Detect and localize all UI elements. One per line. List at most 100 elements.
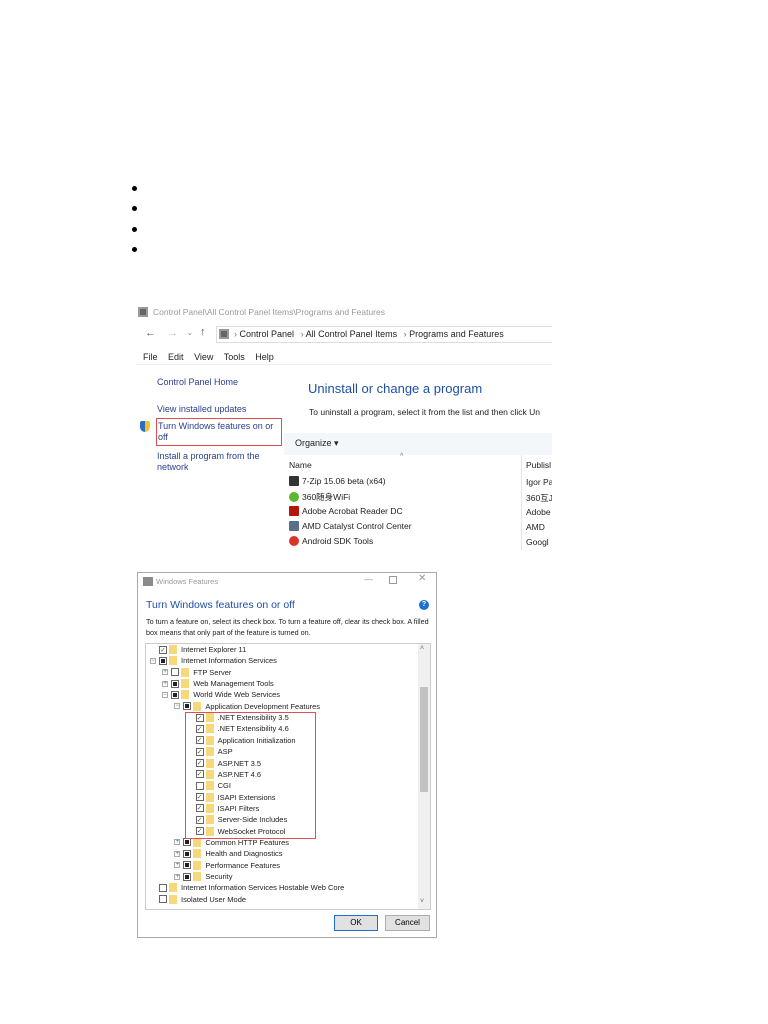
folder-icon [169, 645, 177, 654]
feature-label: Security [205, 872, 233, 881]
amd-icon [289, 521, 299, 531]
program-publisher: Googl [526, 537, 549, 547]
feature-item[interactable]: − World Wide Web Services [162, 689, 280, 700]
program-publisher: Adobe [526, 507, 551, 517]
feature-label: Internet Explorer 11 [181, 645, 247, 654]
feature-checkbox[interactable] [183, 838, 192, 847]
menu-edit[interactable]: Edit [168, 352, 184, 362]
feature-item[interactable]: Internet Information Services Hostable W… [150, 882, 344, 893]
expand-icon[interactable]: + [162, 680, 169, 687]
menu-help[interactable]: Help [255, 352, 274, 362]
program-name: 360随身WiFi [302, 492, 351, 502]
collapse-icon[interactable]: − [174, 703, 181, 710]
expand-icon[interactable]: + [174, 839, 181, 846]
feature-label: Web Management Tools [193, 679, 274, 689]
program-row[interactable]: Android SDK Tools [289, 536, 373, 546]
bullet [132, 247, 137, 252]
program-name: Adobe Acrobat Reader DC [302, 506, 403, 516]
cancel-button[interactable]: Cancel [385, 915, 430, 931]
feature-label: Isolated User Mode [181, 894, 247, 904]
back-icon[interactable]: ← [145, 327, 156, 339]
ok-button[interactable]: OK [334, 915, 378, 931]
close-button[interactable]: ✕ [418, 573, 426, 584]
dialog-title: Windows Features [156, 577, 219, 586]
feature-checkbox[interactable] [183, 702, 192, 711]
bullet [132, 206, 137, 211]
program-row[interactable]: 360随身WiFi [289, 491, 350, 503]
feature-item[interactable]: + Security [174, 871, 232, 882]
feature-item[interactable]: Isolated User Mode [150, 894, 246, 905]
menu-tools[interactable]: Tools [224, 352, 245, 362]
organize-button[interactable]: Organize ▾ [295, 438, 339, 449]
column-divider [521, 455, 522, 550]
feature-item[interactable]: + Health and Diagnostics [174, 848, 283, 859]
feature-item[interactable]: + Web Management Tools [162, 678, 274, 689]
view-installed-updates-link[interactable]: View installed updates [157, 404, 246, 414]
folder-icon [181, 690, 190, 700]
address-folder-icon [219, 329, 229, 339]
turn-windows-features-link[interactable]: Turn Windows features on or off [156, 418, 282, 446]
folder-icon [169, 883, 177, 893]
scroll-down-icon[interactable]: ˅ [420, 898, 424, 905]
feature-checkbox[interactable] [171, 668, 180, 677]
forward-icon[interactable]: → [167, 327, 178, 339]
feature-checkbox[interactable] [171, 690, 180, 699]
scroll-up-icon[interactable]: ˄ [420, 645, 424, 652]
feature-checkbox[interactable] [159, 895, 167, 904]
expand-icon[interactable]: + [174, 873, 181, 880]
expand-icon[interactable]: + [174, 850, 181, 857]
feature-item[interactable]: − Internet Information Services [150, 655, 277, 666]
feature-item[interactable]: − Application Development Features [174, 701, 320, 712]
breadcrumb-programs[interactable]: Programs and Features [409, 329, 504, 339]
install-from-network-link[interactable]: Install a program from the network [157, 451, 272, 473]
expand-icon[interactable]: + [162, 669, 169, 676]
bullet [132, 186, 137, 191]
up-icon[interactable]: ↑ [200, 326, 206, 338]
bullet [132, 227, 137, 232]
feature-checkbox[interactable] [159, 883, 167, 892]
feature-checkbox[interactable] [171, 679, 180, 688]
breadcrumb-all-items[interactable]: All Control Panel Items [306, 329, 398, 339]
expand-icon[interactable]: + [174, 862, 181, 869]
collapse-icon[interactable]: − [150, 657, 156, 664]
folder-icon [193, 701, 202, 711]
folder-icon [193, 860, 202, 870]
feature-item[interactable]: + FTP Server [162, 667, 231, 678]
recent-dropdown-icon[interactable]: ⌄ [187, 329, 193, 337]
program-row[interactable]: Adobe Acrobat Reader DC [289, 506, 403, 516]
dropdown-arrow-icon: ▾ [334, 438, 339, 448]
program-name: AMD Catalyst Control Center [302, 521, 412, 531]
scrollbar-thumb[interactable] [420, 687, 428, 792]
dialog-heading: Turn Windows features on or off [146, 599, 295, 611]
feature-checkbox[interactable] [159, 656, 167, 665]
folder-icon [193, 872, 202, 881]
feature-checkbox[interactable] [183, 872, 192, 881]
control-panel-home-link[interactable]: Control Panel Home [157, 377, 238, 387]
program-row[interactable]: 7-Zip 15.06 beta (x64) [289, 476, 386, 486]
maximize-button[interactable] [389, 576, 397, 584]
feature-checkbox[interactable] [183, 849, 192, 858]
breadcrumb-control-panel[interactable]: Control Panel [240, 329, 295, 339]
menu-file[interactable]: File [143, 352, 158, 362]
7zip-icon [289, 476, 299, 486]
column-publisher[interactable]: Publisl [526, 460, 552, 470]
program-publisher: 360互J [526, 493, 552, 503]
column-name[interactable]: Name [289, 460, 312, 470]
help-icon[interactable]: ? [419, 600, 429, 610]
menu-view[interactable]: View [194, 352, 213, 362]
minimize-button[interactable]: — [364, 574, 373, 584]
feature-item[interactable]: ✓ Internet Explorer 11 [150, 644, 246, 655]
collapse-icon[interactable]: − [162, 691, 169, 698]
feature-label: Health and Diagnostics [205, 849, 283, 859]
feature-checkbox[interactable] [183, 861, 192, 870]
program-name: 7-Zip 15.06 beta (x64) [302, 476, 386, 486]
program-row[interactable]: AMD Catalyst Control Center [289, 521, 412, 531]
feature-item[interactable]: + Performance Features [174, 860, 280, 871]
menu-divider [136, 364, 552, 365]
dialog-app-icon [143, 577, 153, 586]
highlight-box [185, 712, 316, 839]
feature-label: Internet Information Services [181, 656, 277, 666]
folder-icon [181, 667, 190, 677]
folder-icon [193, 837, 202, 847]
feature-checkbox[interactable]: ✓ [159, 645, 167, 654]
